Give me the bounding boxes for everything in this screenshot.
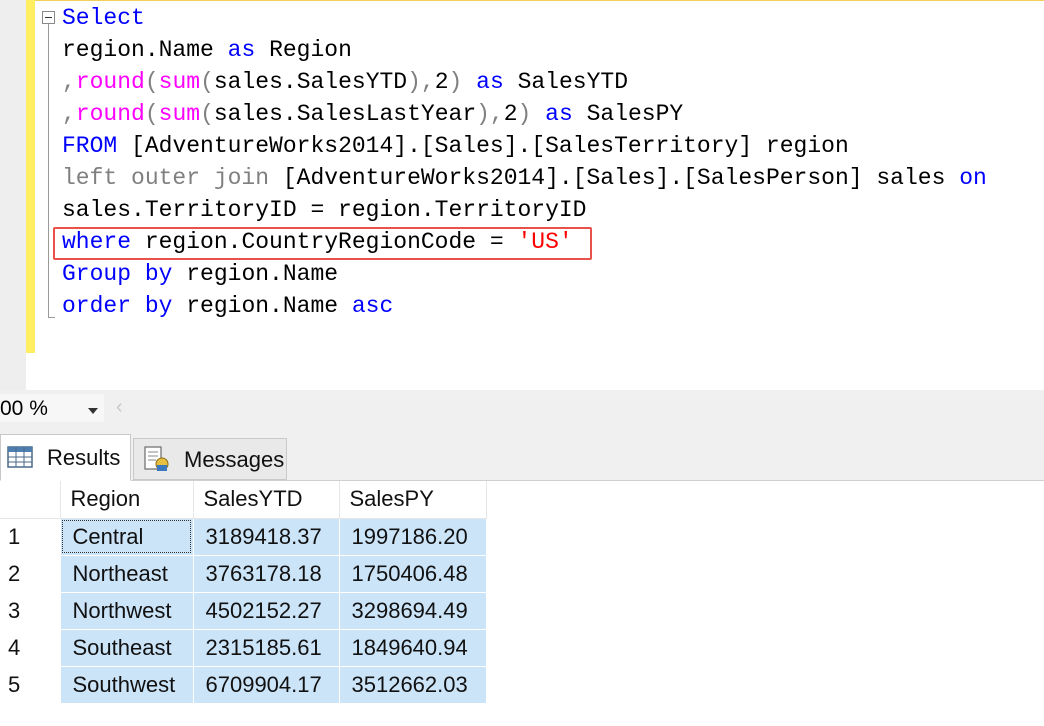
table-cell[interactable]: 1997186.20 [338,517,487,556]
row-number-header[interactable] [0,481,61,519]
code-text: region.Name [186,293,339,319]
outline-guide-end [48,317,55,318]
editor-top-border [35,0,1044,1]
table-header-row: Region SalesYTD SalesPY [0,481,487,519]
table-row: 1 Central 3189418.37 1997186.20 [0,517,487,556]
row-number[interactable]: 1 [0,518,60,556]
chevron-down-icon[interactable] [88,408,98,414]
keyword-order-by: order by [62,293,173,319]
editor-gutter [0,0,26,390]
code-line-1: Select [62,2,145,34]
table-cell[interactable]: 3512662.03 [338,665,487,704]
table-cell[interactable]: 1750406.48 [338,554,487,593]
function-round: round [75,101,145,127]
code-text: sales.SalesYTD [213,69,408,95]
keyword-left-outer-join: left outer join [62,165,270,191]
tab-messages-label: Messages [184,447,285,472]
code-text: 2 [503,101,518,127]
zoom-value: 00 % [0,397,48,420]
code-line-2: region.Name as Region [62,34,352,66]
keyword-asc: asc [351,293,394,319]
table-cell[interactable]: 1849640.94 [338,628,487,667]
row-number[interactable]: 5 [0,666,60,704]
keyword-select: Select [62,5,145,31]
table-row: 2 Northeast 3763178.18 1750406.48 [0,554,487,593]
code-text: Region [269,37,352,63]
code-text: [AdventureWorks2014].[Sales].[SalesPerso… [282,165,946,191]
table-cell[interactable]: 3189418.37 [192,517,340,556]
query-editor[interactable]: Select region.Name as Region ,round(sum(… [0,0,1044,390]
code-text: sales.TerritoryID = region.TerritoryID [62,197,587,223]
keyword-from: FROM [62,133,118,159]
row-number[interactable]: 3 [0,592,60,630]
function-round: round [75,69,145,95]
table-cell[interactable]: Southeast [59,628,194,667]
grid-icon [7,446,33,468]
table-cell[interactable]: Northeast [59,554,194,593]
code-text: sales.SalesLastYear [213,101,477,127]
table-row: 4 Southeast 2315185.61 1849640.94 [0,628,487,667]
table-cell[interactable]: Northwest [59,591,194,630]
zoom-bar: 00 % ‹ [0,390,1044,426]
row-number[interactable]: 2 [0,555,60,593]
zoom-dropdown[interactable]: 00 % [0,394,104,422]
table-cell[interactable]: 3763178.18 [192,554,340,593]
results-tab-strip: Results Messages [0,426,1044,481]
where-clause-highlight [53,227,592,260]
function-sum: sum [158,69,201,95]
change-tracking-margin [26,0,35,353]
keyword-as: as [476,69,504,95]
code-line-4: ,round(sum(sales.SalesLastYear),2) as Sa… [62,101,684,127]
code-line-7: sales.TerritoryID = region.TerritoryID [62,194,587,226]
code-line-9: Group by region.Name [62,258,338,290]
row-number[interactable]: 4 [0,629,60,667]
results-grid: Region SalesYTD SalesPY 1 Central 318941… [0,481,1044,726]
chevron-left-icon[interactable]: ‹ [116,396,123,419]
table-cell[interactable]: 3298694.49 [338,591,487,630]
tab-results[interactable]: Results [0,434,131,481]
results-table: Region SalesYTD SalesPY 1 Central 318941… [0,481,487,704]
code-text: SalesPY [586,101,684,127]
tab-messages[interactable]: Messages [133,438,287,480]
code-line-3: ,round(sum(sales.SalesYTD),2) as SalesYT… [62,69,628,95]
messages-icon [144,446,169,471]
column-header[interactable]: SalesPY [339,481,487,519]
function-sum: sum [158,101,201,127]
table-cell[interactable]: Central [59,517,194,556]
keyword-as: as [545,101,573,127]
code-text: 2 [434,69,449,95]
code-text: region.Name [62,37,214,63]
table-cell[interactable]: 2315185.61 [192,628,340,667]
table-cell[interactable]: 4502152.27 [192,591,340,630]
keyword-group-by: Group by [62,261,173,287]
outline-guide [48,24,49,318]
table-row: 5 Southwest 6709904.17 3512662.03 [0,665,487,704]
column-header[interactable]: Region [60,481,194,519]
code-text: region.Name [186,261,339,287]
code-line-10: order by region.Name asc [62,290,393,322]
table-cell[interactable]: 6709904.17 [192,665,340,704]
column-header[interactable]: SalesYTD [193,481,340,519]
code-line-5: FROM [AdventureWorks2014].[Sales].[Sales… [62,130,849,162]
code-text: SalesYTD [517,69,628,95]
keyword-as: as [227,37,256,63]
code-text: [AdventureWorks2014].[Sales].[SalesTerri… [131,133,849,159]
keyword-on: on [959,165,987,191]
table-cell[interactable]: Southwest [59,665,194,704]
tab-results-label: Results [47,445,121,470]
collapse-minus-icon[interactable] [42,11,55,24]
table-row: 3 Northwest 4502152.27 3298694.49 [0,591,487,630]
code-line-6: left outer join [AdventureWorks2014].[Sa… [62,162,987,194]
